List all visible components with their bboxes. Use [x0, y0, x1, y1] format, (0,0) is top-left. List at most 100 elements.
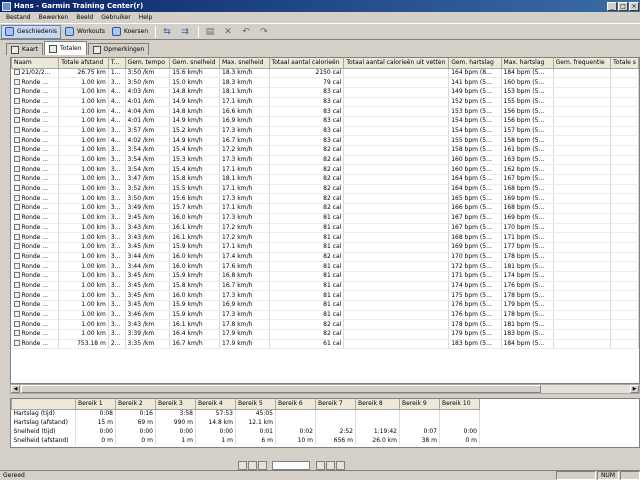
column-header[interactable]: T...: [107, 58, 126, 69]
table-row[interactable]: Ronde ... 1.00 km 3... 3:57 /km 15.2 km/h 17.…: [11, 126, 639, 137]
column-header[interactable]: Naam: [11, 58, 60, 69]
table-cell: 16.1 km/h: [169, 319, 220, 331]
scroll-left-icon[interactable]: ◀: [11, 385, 20, 393]
zoom-in-button[interactable]: [316, 460, 325, 470]
column-header[interactable]: Gem. frequentie: [552, 58, 612, 69]
close-button[interactable]: ×: [629, 1, 639, 11]
view-detail-button[interactable]: [248, 460, 257, 470]
zone-column-header[interactable]: Bereik 3: [155, 399, 196, 410]
table-row[interactable]: Ronde ... 1.00 km 3... 3:44 /km 16.0 km/h 17.…: [11, 252, 639, 263]
zone-column-header[interactable]: Bereik 5: [235, 399, 276, 410]
column-header[interactable]: Gem. tempo: [124, 58, 171, 69]
table-row[interactable]: Ronde ... 1.00 km 3... 3:45 /km 16.0 km/h 17.…: [11, 290, 639, 301]
device-send-icon[interactable]: ⇉: [177, 25, 193, 39]
laps-table[interactable]: Naam Totale afstand T... Gem. tempo Gem. sne…: [10, 57, 640, 384]
redo-icon[interactable]: ↷: [256, 25, 272, 39]
table-cell: 79 cal: [269, 77, 345, 88]
table-row[interactable]: Ronde ... 1.00 km 3... 3:44 /km 16.0 km/h 17.…: [11, 261, 639, 272]
table-row[interactable]: Ronde ... 1.00 km 3... 3:45 /km 15.9 km/h 17.…: [11, 242, 639, 253]
table-cell: 15.4 km/h: [169, 145, 220, 156]
table-row[interactable]: Ronde ... 1.00 km 3... 3:46 /km 15.9 km/h 17.…: [11, 310, 639, 321]
column-header[interactable]: Gem. snelheid: [169, 58, 220, 69]
tab-kaart[interactable]: Kaart: [6, 43, 44, 55]
table-cell: [610, 339, 639, 350]
table-cell: 81 cal: [269, 242, 345, 253]
delete-icon[interactable]: ▤: [202, 25, 218, 39]
menu-beeld[interactable]: Beeld: [72, 14, 97, 21]
undo-icon[interactable]: ↶: [238, 25, 254, 39]
zone-column-header[interactable]: Bereik 9: [399, 399, 440, 410]
view-list-button[interactable]: [238, 460, 247, 470]
zoom-out-button[interactable]: [326, 460, 335, 470]
zone-row[interactable]: Snelheid (tijd) 0:00 0:00 0:00 0:00 0:01 0:02 2…: [11, 427, 480, 436]
maximize-button[interactable]: □: [618, 1, 628, 11]
minimize-button[interactable]: _: [607, 1, 617, 11]
cancel-icon[interactable]: ✕: [220, 25, 236, 39]
table-row[interactable]: Ronde ... 1.00 km 3... 3:54 /km 15.4 km/h 17.…: [11, 145, 639, 156]
table-cell: 753.18 m: [58, 339, 109, 350]
table-row[interactable]: Ronde ... 753.18 m 2... 3:35 /km 16.7 km/h 17…: [11, 339, 639, 350]
table-row[interactable]: 21/02/2... 26.75 km 1... 3:50 /km 15.6 km/h 1…: [11, 68, 639, 79]
table-row[interactable]: Ronde ... 1.00 km 3... 3:47 /km 15.8 km/h 18.…: [11, 174, 639, 185]
zone-column-header[interactable]: Bereik 1: [75, 399, 116, 410]
table-row[interactable]: Ronde ... 1.00 km 4... 4:01 /km 14.9 km/h 17.…: [11, 97, 639, 108]
table-row[interactable]: Ronde ... 1.00 km 4... 4:04 /km 14.8 km/h 16.…: [11, 106, 639, 117]
table-cell: 174 bpm (5...: [501, 271, 554, 282]
history-button[interactable]: Geschiedenis: [1, 24, 62, 39]
zone-row[interactable]: Snelheid (afstand) 0 m0 m1 m1 m6 m 10 m 656…: [11, 436, 480, 445]
zone-column-header[interactable]: Bereik 4: [195, 399, 236, 410]
zones-table[interactable]: Bereik 1 Bereik 2 Bereik 3 Bereik 4 Bereik 5…: [10, 398, 640, 448]
zone-column-header[interactable]: Bereik 6: [275, 399, 316, 410]
table-row[interactable]: Ronde ... 1.00 km 3... 3:45 /km 15.8 km/h 16.…: [11, 281, 639, 292]
lap-icon: [13, 330, 20, 337]
column-header[interactable]: Totaal aantal calorieën uit vetten: [343, 58, 450, 69]
table-row[interactable]: Ronde ... 1.00 km 3... 3:49 /km 15.7 km/h 17.…: [11, 203, 639, 214]
column-header[interactable]: Max. snelheid: [219, 58, 270, 69]
table-row[interactable]: Ronde ... 1.00 km 3... 3:45 /km 15.9 km/h 16.…: [11, 271, 639, 282]
device-receive-icon[interactable]: ⇆: [159, 25, 175, 39]
tab-totalen[interactable]: Totalen: [44, 41, 87, 55]
table-row[interactable]: Ronde ... 1.00 km 3... 3:43 /km 16.1 km/h 17.…: [11, 232, 639, 243]
scroll-thumb[interactable]: [21, 385, 541, 393]
workouts-button[interactable]: Workouts: [62, 25, 108, 39]
table-row[interactable]: Ronde ... 1.00 km 3... 3:43 /km 16.1 km/h 17.…: [11, 319, 639, 331]
table-row[interactable]: Ronde ... 1.00 km 3... 3:50 /km 15.6 km/h 17.…: [11, 193, 639, 205]
zone-column-header[interactable]: [11, 399, 76, 410]
table-row[interactable]: Ronde ... 1.00 km 3... 3:45 /km 15.9 km/h 16.…: [11, 300, 639, 311]
column-header[interactable]: Totale s: [610, 58, 639, 69]
zone-row[interactable]: Hartslag (tijd) 0:08 0:16 3:58 57:53 45:05: [11, 409, 480, 418]
courses-button[interactable]: Koersen: [109, 25, 151, 39]
table-row[interactable]: Ronde ... 1.00 km 4... 4:01 /km 14.9 km/h 16.…: [11, 116, 639, 127]
zoom-field[interactable]: [272, 460, 310, 470]
scroll-right-icon[interactable]: ▶: [630, 385, 639, 393]
zone-column-header[interactable]: Bereik 7: [315, 399, 356, 410]
menu-help[interactable]: Help: [135, 14, 157, 21]
column-header[interactable]: Max. hartslag: [500, 58, 554, 69]
view-graph-button[interactable]: [258, 460, 267, 470]
table-row[interactable]: Ronde ... 1.00 km 3... 3:52 /km 15.5 km/h 17.…: [11, 184, 639, 195]
menu-bewerken[interactable]: Bewerken: [35, 14, 73, 21]
menu-bestand[interactable]: Bestand: [2, 14, 35, 21]
table-row[interactable]: Ronde ... 1.00 km 3... 3:54 /km 15.3 km/h 17.…: [11, 155, 639, 166]
table-row[interactable]: Ronde ... 1.00 km 3... 3:45 /km 16.0 km/h 17.…: [11, 213, 639, 224]
column-header[interactable]: Gem. hartslag: [448, 58, 502, 69]
zone-column-header[interactable]: Bereik 8: [355, 399, 400, 410]
column-header[interactable]: Totale afstand: [58, 58, 109, 69]
table-row[interactable]: Ronde ... 1.00 km 3... 3:39 /km 16.4 km/h 17.…: [11, 329, 639, 340]
zone-row[interactable]: Hartslag (afstand) 15 m 69 m 990 m 14.8 km 12…: [11, 418, 480, 427]
table-cell: 1.00 km: [58, 329, 109, 340]
table-row[interactable]: Ronde ... 1.00 km 4... 4:02 /km 14.9 km/h 16.…: [11, 135, 639, 146]
horizontal-scrollbar[interactable]: ◀ ▶: [10, 384, 640, 394]
table-row[interactable]: Ronde ... 1.00 km 3... 3:50 /km 15.0 km/h 18.…: [11, 77, 639, 88]
table-cell: [610, 329, 639, 340]
zone-column-header[interactable]: Bereik 10: [439, 399, 480, 410]
table-row[interactable]: Ronde ... 1.00 km 4... 4:03 /km 14.8 km/h 18.…: [11, 87, 639, 98]
zone-column-header[interactable]: Bereik 2: [115, 399, 156, 410]
menu-gebruiker[interactable]: Gebruiker: [97, 14, 135, 21]
table-row[interactable]: Ronde ... 1.00 km 3... 3:43 /km 16.1 km/h 17.…: [11, 223, 639, 234]
table-cell: 1.00 km: [58, 77, 109, 88]
column-header[interactable]: Totaal aantal calorieën: [268, 58, 345, 69]
zoom-fit-button[interactable]: [336, 460, 345, 470]
tab-opmerkingen[interactable]: Opmerkingen: [87, 43, 150, 55]
table-row[interactable]: Ronde ... 1.00 km 3... 3:54 /km 15.4 km/h 17.…: [11, 164, 639, 176]
